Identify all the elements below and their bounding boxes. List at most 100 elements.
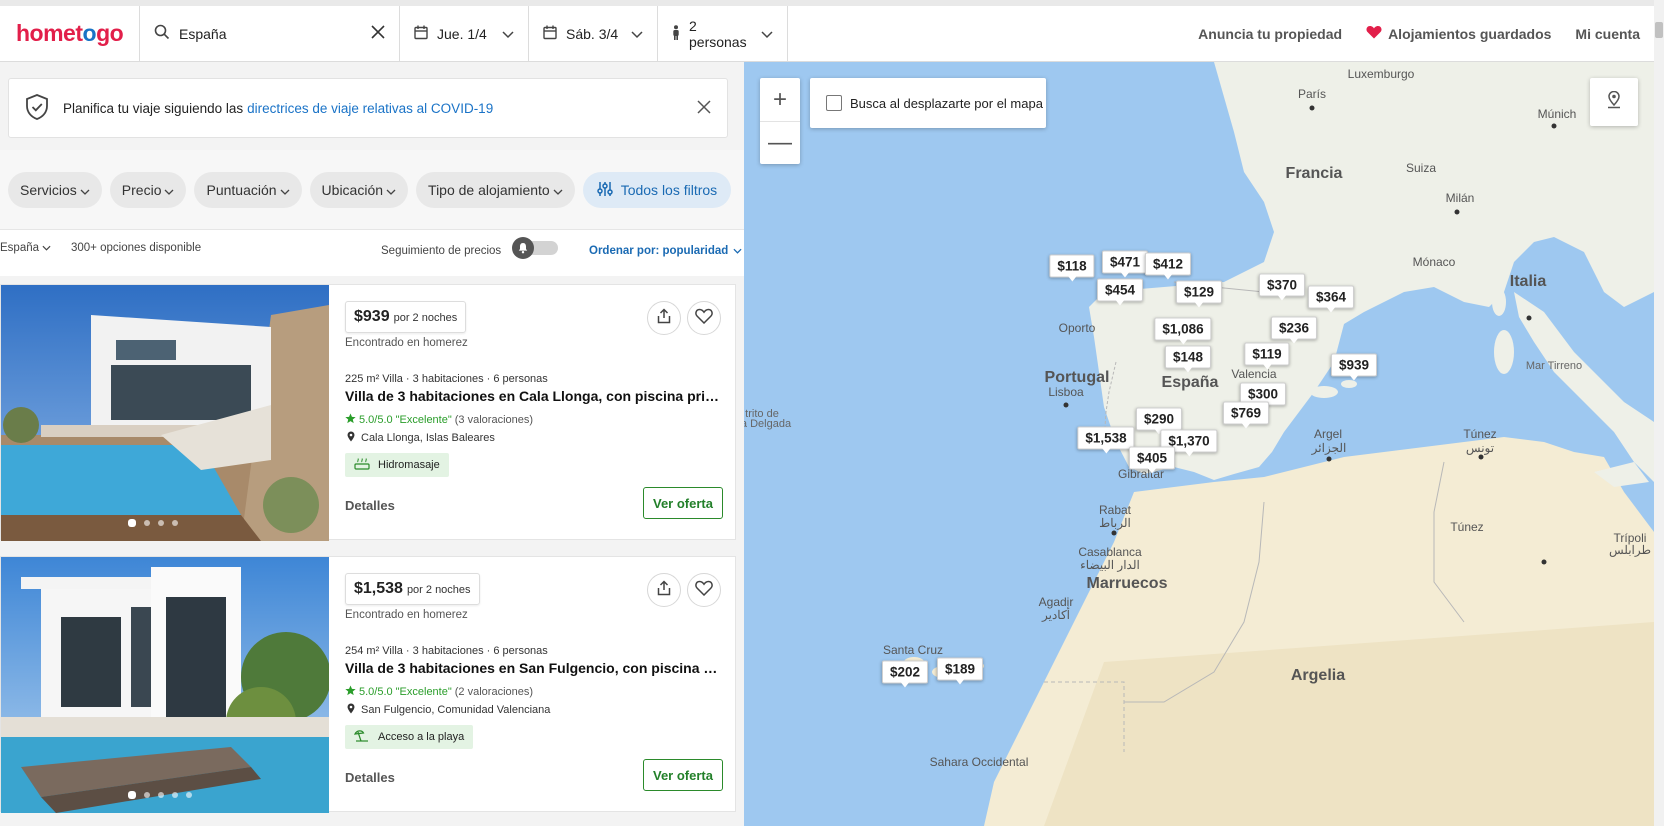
pager-dot[interactable] bbox=[144, 520, 150, 526]
map-label-city: أكادير bbox=[1041, 608, 1071, 622]
details-link[interactable]: Detalles bbox=[345, 498, 395, 513]
price-tracking-toggle[interactable] bbox=[512, 237, 560, 259]
all-filters-button[interactable]: Todos los filtros bbox=[582, 172, 732, 208]
map-label-city: Argel bbox=[1313, 427, 1343, 441]
sort-order-label: Ordenar por: popularidad bbox=[589, 245, 729, 257]
map-price-pin[interactable]: $412 bbox=[1144, 252, 1192, 280]
map-label-country: Suiza bbox=[1405, 161, 1437, 175]
map-price-pin[interactable]: $236 bbox=[1270, 316, 1318, 344]
listing-title[interactable]: Villa de 3 habitaciones en San Fulgencio… bbox=[345, 660, 725, 676]
map-price-pin[interactable]: $370 bbox=[1258, 273, 1306, 301]
details-link[interactable]: Detalles bbox=[345, 770, 395, 785]
map-price-pin[interactable]: $939 bbox=[1330, 353, 1378, 381]
price-value: $1,538 bbox=[354, 580, 403, 597]
pager-dot[interactable] bbox=[158, 792, 164, 798]
search-on-move-toggle[interactable]: Busca al desplazarte por el mapa bbox=[810, 78, 1046, 128]
logo[interactable]: homet o go bbox=[0, 6, 140, 61]
map-price-pin[interactable]: $189 bbox=[936, 657, 984, 685]
amenity-label: Hidromasaje bbox=[378, 459, 440, 471]
map-label-city: Mónaco bbox=[1412, 255, 1456, 269]
map-label-country: Francia bbox=[1285, 165, 1343, 182]
map-pin-icon bbox=[347, 431, 355, 445]
map-label-city: Oporto bbox=[1058, 321, 1096, 335]
pager-dot[interactable] bbox=[172, 520, 178, 526]
heart-icon bbox=[1366, 25, 1382, 42]
pager-dot[interactable] bbox=[128, 519, 136, 527]
search-input[interactable]: España bbox=[179, 26, 362, 42]
photo-pager[interactable] bbox=[128, 519, 178, 527]
guests-selector[interactable]: 2 personas bbox=[658, 6, 788, 61]
map-price-pin[interactable]: $1,086 bbox=[1154, 317, 1212, 345]
map-label-country: Marruecos bbox=[1086, 575, 1168, 592]
map-price-pin[interactable]: $119 bbox=[1244, 342, 1290, 370]
listing-card[interactable]: $1,538 por 2 noches Encontrado en homerez… bbox=[0, 556, 736, 813]
share-icon bbox=[656, 579, 672, 601]
zoom-out-button[interactable]: — bbox=[760, 121, 800, 164]
pager-dot[interactable] bbox=[158, 520, 164, 526]
chevron-down-icon bbox=[502, 26, 514, 42]
map-price-pin[interactable]: $405 bbox=[1128, 446, 1176, 474]
checkout-date[interactable]: Sáb. 3/4 bbox=[529, 6, 658, 61]
map-label-city: تونس bbox=[1465, 441, 1495, 455]
my-account-link[interactable]: Mi cuenta bbox=[1575, 26, 1640, 42]
saved-properties-link[interactable]: Alojamientos guardados bbox=[1366, 25, 1551, 42]
favorite-button[interactable] bbox=[687, 573, 721, 607]
map-price-pin[interactable]: $471 bbox=[1101, 250, 1149, 278]
map-price-pin[interactable]: $454 bbox=[1096, 278, 1144, 306]
listing-photo[interactable] bbox=[1, 557, 329, 813]
map-price-pin[interactable]: $118 bbox=[1049, 254, 1095, 282]
filter-services[interactable]: Servicios bbox=[8, 172, 102, 208]
photo-pager[interactable] bbox=[128, 791, 192, 799]
my-location-button[interactable] bbox=[1590, 78, 1638, 126]
close-icon[interactable] bbox=[697, 99, 711, 117]
pager-dot[interactable] bbox=[144, 792, 150, 798]
location-pin-icon bbox=[1606, 90, 1622, 114]
map-label-sea: Mar Tirreno bbox=[1525, 360, 1583, 372]
covid-guidelines-link[interactable]: directrices de viaje relativas al COVID-… bbox=[247, 101, 493, 116]
map-price-pin[interactable]: $364 bbox=[1307, 285, 1355, 313]
share-button[interactable] bbox=[647, 301, 681, 335]
results-pane: Planifica tu viaje siguiendo las directr… bbox=[0, 62, 744, 826]
map-pin-icon bbox=[347, 703, 355, 717]
filter-rating[interactable]: Puntuación bbox=[194, 172, 302, 208]
listing-photo[interactable] bbox=[1, 285, 329, 541]
all-filters-label: Todos los filtros bbox=[620, 182, 718, 198]
listing-rating: 5.0/5.0 "Excelente" (2 valoraciones) bbox=[345, 685, 533, 699]
pager-dot[interactable] bbox=[172, 792, 178, 798]
map-price-pin[interactable]: $148 bbox=[1164, 345, 1212, 373]
amenity-badge: Hidromasaje bbox=[345, 453, 449, 477]
rating-count: (2 valoraciones) bbox=[454, 686, 534, 698]
map-price-pin[interactable]: $1,538 bbox=[1077, 426, 1135, 454]
map-price-pin[interactable]: $202 bbox=[881, 660, 929, 688]
zoom-in-button[interactable]: + bbox=[760, 78, 800, 121]
listing-card[interactable]: $939 por 2 noches Encontrado en homerez 2… bbox=[0, 284, 736, 541]
guests-value: 2 personas bbox=[689, 17, 747, 50]
pager-dot[interactable] bbox=[186, 792, 192, 798]
logo-part-1: homet bbox=[16, 20, 83, 46]
map-price-pin[interactable]: $290 bbox=[1135, 407, 1183, 435]
filter-location[interactable]: Ubicación bbox=[309, 172, 409, 208]
listing-title[interactable]: Villa de 3 habitaciones en Cala Llonga, … bbox=[345, 388, 725, 404]
map-price-pin[interactable]: $129 bbox=[1175, 280, 1223, 308]
map-label-city: Santa Cruz bbox=[882, 643, 944, 657]
clear-search-icon[interactable] bbox=[371, 25, 385, 42]
list-property-link[interactable]: Anuncia tu propiedad bbox=[1198, 26, 1342, 42]
filter-property-type[interactable]: Tipo de alojamiento bbox=[416, 172, 575, 208]
share-button[interactable] bbox=[647, 573, 681, 607]
page-scrollbar[interactable] bbox=[1654, 0, 1664, 826]
map-price-pin[interactable]: $769 bbox=[1222, 401, 1270, 429]
pager-dot[interactable] bbox=[128, 791, 136, 799]
results-map[interactable]: Luxemburgo París Milán Mónaco Oporto Lis… bbox=[744, 62, 1654, 826]
view-offer-button[interactable]: Ver oferta bbox=[643, 487, 723, 519]
price-badge: $1,538 por 2 noches bbox=[345, 573, 480, 605]
checkin-date[interactable]: Jue. 1/4 bbox=[400, 6, 529, 61]
sort-order-select[interactable]: Ordenar por: popularidad bbox=[589, 245, 742, 257]
location-breadcrumb[interactable]: España bbox=[0, 242, 51, 254]
filter-price[interactable]: Precio bbox=[109, 172, 187, 208]
search-on-move-checkbox[interactable] bbox=[826, 95, 842, 111]
destination-search[interactable]: España bbox=[140, 6, 400, 61]
filter-label: Tipo de alojamiento bbox=[428, 182, 550, 198]
view-offer-button[interactable]: Ver oferta bbox=[643, 759, 723, 791]
scrollbar-thumb[interactable] bbox=[1655, 22, 1663, 38]
favorite-button[interactable] bbox=[687, 301, 721, 335]
